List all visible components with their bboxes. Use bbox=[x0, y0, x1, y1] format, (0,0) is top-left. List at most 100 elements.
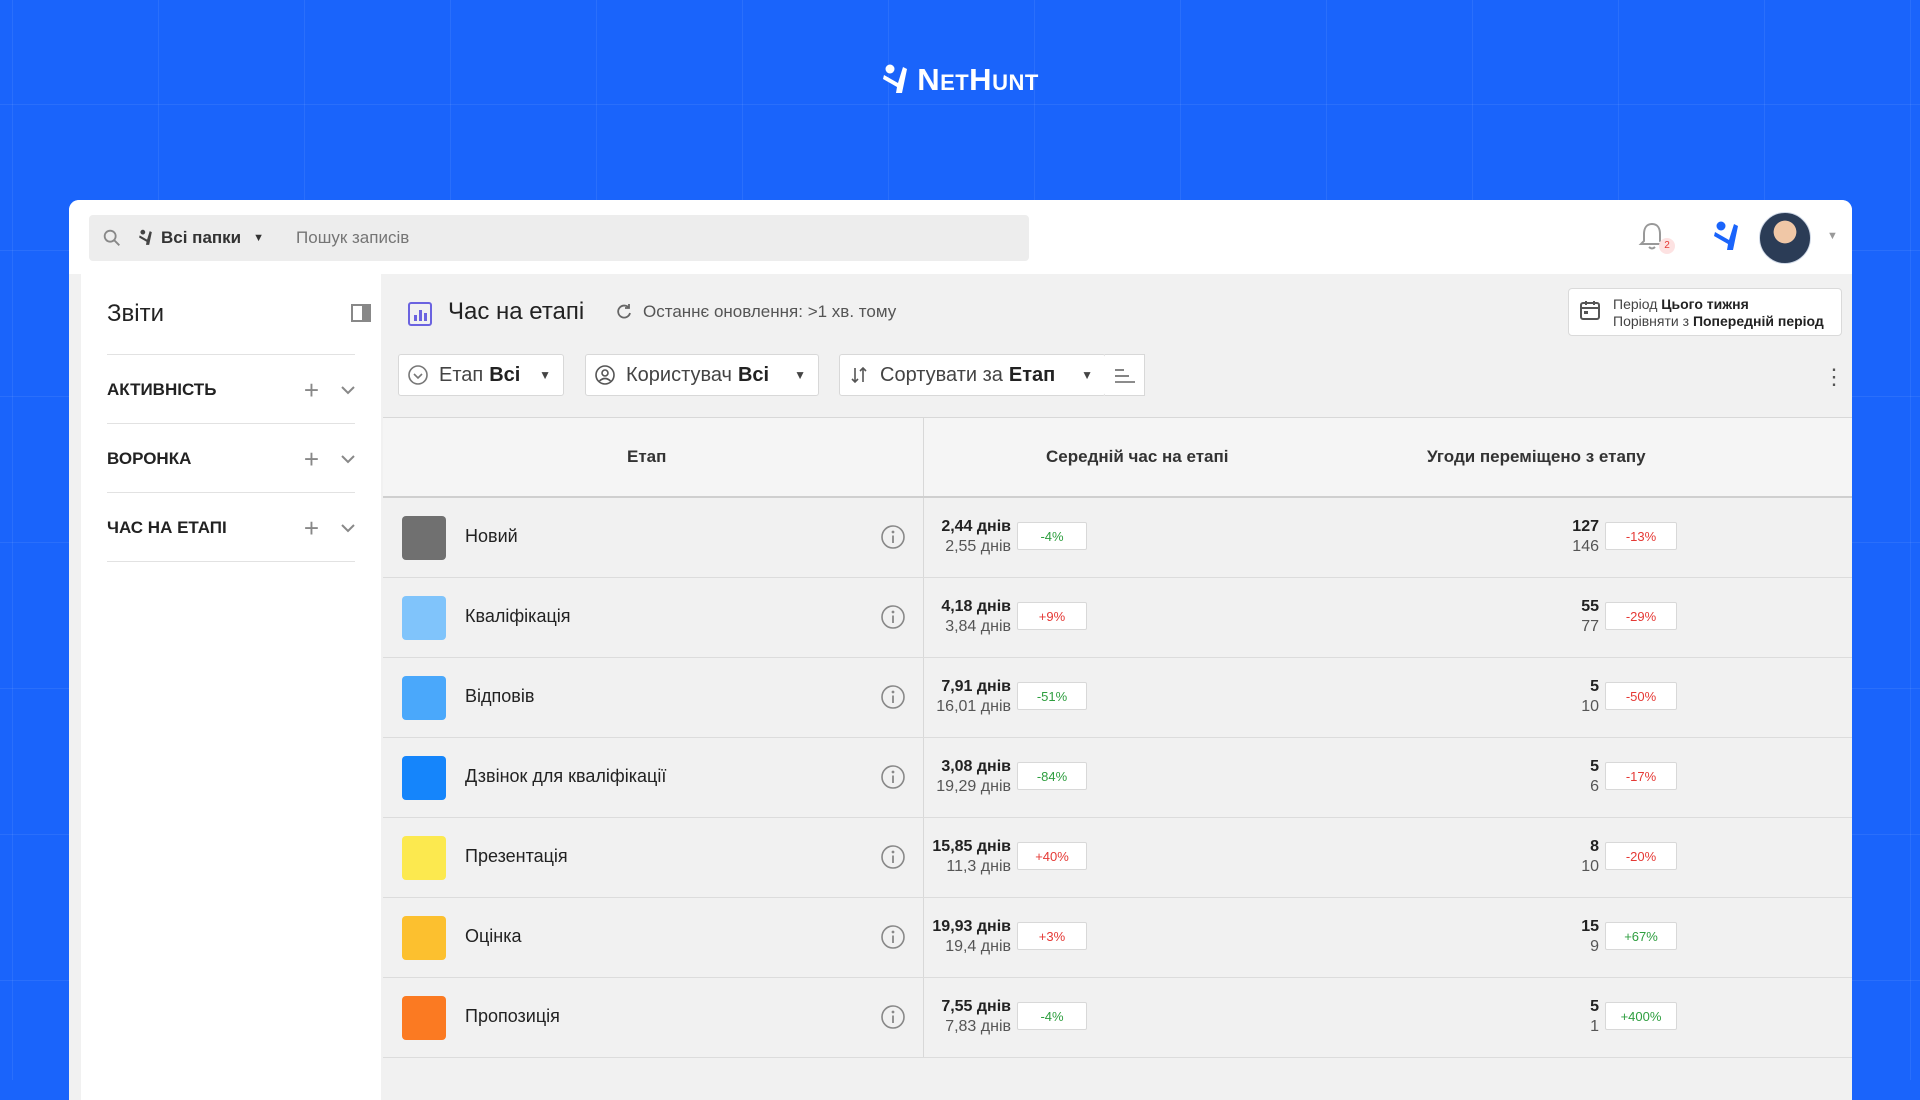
period-selector[interactable]: Період Цього тижня Порівняти з Попередні… bbox=[1568, 288, 1842, 336]
period-value: Цього тижня bbox=[1661, 296, 1749, 312]
table-row[interactable]: Новий 2,44 днів 2,55 днів -4% 127 146 -13% bbox=[383, 498, 1852, 578]
refresh-icon[interactable] bbox=[615, 303, 633, 321]
avg-time-change-badge: -51% bbox=[1017, 682, 1087, 710]
chevron-down-icon[interactable] bbox=[341, 385, 355, 395]
sidebar-section-label: ЧАС НА ЕТАПІ bbox=[107, 518, 227, 537]
sidebar-section-funnel[interactable]: ВОРОНКА + bbox=[107, 423, 355, 494]
table-row[interactable]: Відповів 7,91 днів 16,01 днів -51% 5 10 -50% bbox=[383, 658, 1852, 738]
avg-time-values: 3,08 днів 19,29 днів bbox=[936, 757, 1011, 797]
avg-time-change-badge: -4% bbox=[1017, 1002, 1087, 1030]
avg-time-current: 3,08 днів bbox=[941, 758, 1011, 775]
top-bar: Всі папки ▼ 2 ▼ bbox=[69, 200, 1852, 274]
bar-chart-icon bbox=[408, 302, 432, 326]
avg-time-previous: 2,55 днів bbox=[945, 538, 1011, 555]
stage-filter-label: Етап bbox=[439, 363, 484, 386]
sort-value: Етап bbox=[1008, 363, 1056, 386]
info-icon[interactable] bbox=[880, 924, 906, 950]
sidebar-collapse-icon[interactable] bbox=[351, 304, 371, 322]
plus-icon[interactable]: + bbox=[304, 377, 319, 403]
stage-color-swatch bbox=[402, 916, 446, 960]
moved-current: 15 bbox=[1581, 918, 1599, 935]
sidebar-section-label: АКТИВНІСТЬ bbox=[107, 380, 217, 399]
header-moved[interactable]: Угоди переміщено з етапу bbox=[1427, 447, 1646, 467]
notification-badge: 2 bbox=[1659, 238, 1675, 254]
info-icon[interactable] bbox=[880, 604, 906, 630]
moved-change-badge: -29% bbox=[1605, 602, 1677, 630]
moved-previous: 1 bbox=[1590, 1018, 1599, 1035]
stage-color-swatch bbox=[402, 516, 446, 560]
info-icon[interactable] bbox=[880, 524, 906, 550]
sidebar-section-label: ВОРОНКА bbox=[107, 449, 192, 468]
stage-color-swatch bbox=[402, 996, 446, 1040]
sort-direction-button[interactable] bbox=[1105, 354, 1145, 396]
notifications-button[interactable]: 2 bbox=[1637, 220, 1675, 256]
refresh-status[interactable]: Останнє оновлення: >1 хв. тому bbox=[615, 302, 896, 322]
report-title: Час на етапі bbox=[448, 298, 585, 325]
user-avatar[interactable] bbox=[1759, 212, 1811, 264]
chevron-down-icon[interactable] bbox=[341, 523, 355, 533]
nethunt-logo: NetHunt bbox=[0, 62, 1920, 98]
chevron-down-icon[interactable] bbox=[341, 454, 355, 464]
user-filter[interactable]: Користувач Всі ▼ bbox=[585, 354, 819, 396]
avg-time-previous: 19,29 днів bbox=[936, 778, 1011, 795]
sort-arrows-icon bbox=[851, 366, 867, 384]
sidebar-section-activity[interactable]: АКТИВНІСТЬ + bbox=[107, 354, 355, 425]
sort-lines-icon bbox=[1115, 369, 1135, 383]
avg-time-values: 4,18 днів 3,84 днів bbox=[941, 597, 1011, 637]
stage-name: Презентація bbox=[465, 846, 568, 866]
avg-time-change-badge: +3% bbox=[1017, 922, 1087, 950]
stage-filter[interactable]: Етап Всі ▼ bbox=[398, 354, 564, 396]
avg-time-current: 2,44 днів bbox=[941, 518, 1011, 535]
search-input[interactable] bbox=[294, 227, 899, 249]
stage-name: Оцінка bbox=[465, 926, 522, 946]
logo-text: NetHunt bbox=[917, 62, 1039, 97]
period-label: Період bbox=[1613, 296, 1658, 312]
table-row[interactable]: Кваліфікація 4,18 днів 3,84 днів +9% 55 77 -29… bbox=[383, 578, 1852, 658]
table-row[interactable]: Оцінка 19,93 днів 19,4 днів +3% 15 9 +67% bbox=[383, 898, 1852, 978]
stage-color-swatch bbox=[402, 676, 446, 720]
stage-color-swatch bbox=[402, 756, 446, 800]
table-row[interactable]: Презентація 15,85 днів 11,3 днів +40% 8 10 -20… bbox=[383, 818, 1852, 898]
compare-label: Порівняти з bbox=[1613, 313, 1690, 329]
sort-selector[interactable]: Сортувати за Етап ▼ bbox=[839, 354, 1106, 396]
info-icon[interactable] bbox=[880, 684, 906, 710]
more-options-icon[interactable]: ⋮ bbox=[1823, 364, 1845, 390]
avg-time-current: 7,91 днів bbox=[941, 678, 1011, 695]
header-stage[interactable]: Етап bbox=[627, 447, 666, 467]
avg-time-current: 19,93 днів bbox=[932, 918, 1011, 935]
crm-window: Всі папки ▼ 2 ▼ Звіти АКТИВНІСТЬ + bbox=[69, 200, 1852, 1100]
search-icon bbox=[103, 229, 120, 246]
moved-current: 5 bbox=[1590, 678, 1599, 695]
moved-previous: 6 bbox=[1590, 778, 1599, 795]
moved-previous: 77 bbox=[1581, 618, 1599, 635]
info-icon[interactable] bbox=[880, 844, 906, 870]
sidebar-divider bbox=[107, 561, 355, 562]
avg-time-previous: 7,83 днів bbox=[945, 1018, 1011, 1035]
calendar-icon bbox=[1580, 301, 1600, 320]
caret-down-icon: ▼ bbox=[539, 368, 551, 382]
search-bar[interactable]: Всі папки ▼ bbox=[89, 215, 1029, 261]
avg-time-current: 4,18 днів bbox=[941, 598, 1011, 615]
account-menu-caret-icon[interactable]: ▼ bbox=[1827, 230, 1838, 242]
moved-previous: 9 bbox=[1590, 938, 1599, 955]
stage-name: Відповів bbox=[465, 686, 535, 706]
moved-current: 5 bbox=[1590, 758, 1599, 775]
moved-change-badge: -50% bbox=[1605, 682, 1677, 710]
sidebar-section-time-on-stage[interactable]: ЧАС НА ЕТАПІ + bbox=[107, 492, 355, 563]
table-row[interactable]: Пропозиція 7,55 днів 7,83 днів -4% 5 1 +400% bbox=[383, 978, 1852, 1058]
avg-time-change-badge: -84% bbox=[1017, 762, 1087, 790]
info-icon[interactable] bbox=[880, 764, 906, 790]
info-icon[interactable] bbox=[880, 1004, 906, 1030]
plus-icon[interactable]: + bbox=[304, 446, 319, 472]
plus-icon[interactable]: + bbox=[304, 515, 319, 541]
stage-color-swatch bbox=[402, 836, 446, 880]
table-row[interactable]: Дзвінок для кваліфікації 3,08 днів 19,29 д… bbox=[383, 738, 1852, 818]
folder-selector[interactable]: Всі папки ▼ bbox=[137, 228, 264, 248]
nethunt-brand-icon[interactable] bbox=[1712, 220, 1742, 254]
moved-current: 127 bbox=[1572, 518, 1599, 535]
moved-current: 55 bbox=[1581, 598, 1599, 615]
avg-time-values: 2,44 днів 2,55 днів bbox=[941, 517, 1011, 557]
header-avg-time[interactable]: Середній час на етапі bbox=[1046, 447, 1228, 467]
avg-time-previous: 3,84 днів bbox=[945, 618, 1011, 635]
last-update-text: Останнє оновлення: >1 хв. тому bbox=[643, 302, 897, 321]
